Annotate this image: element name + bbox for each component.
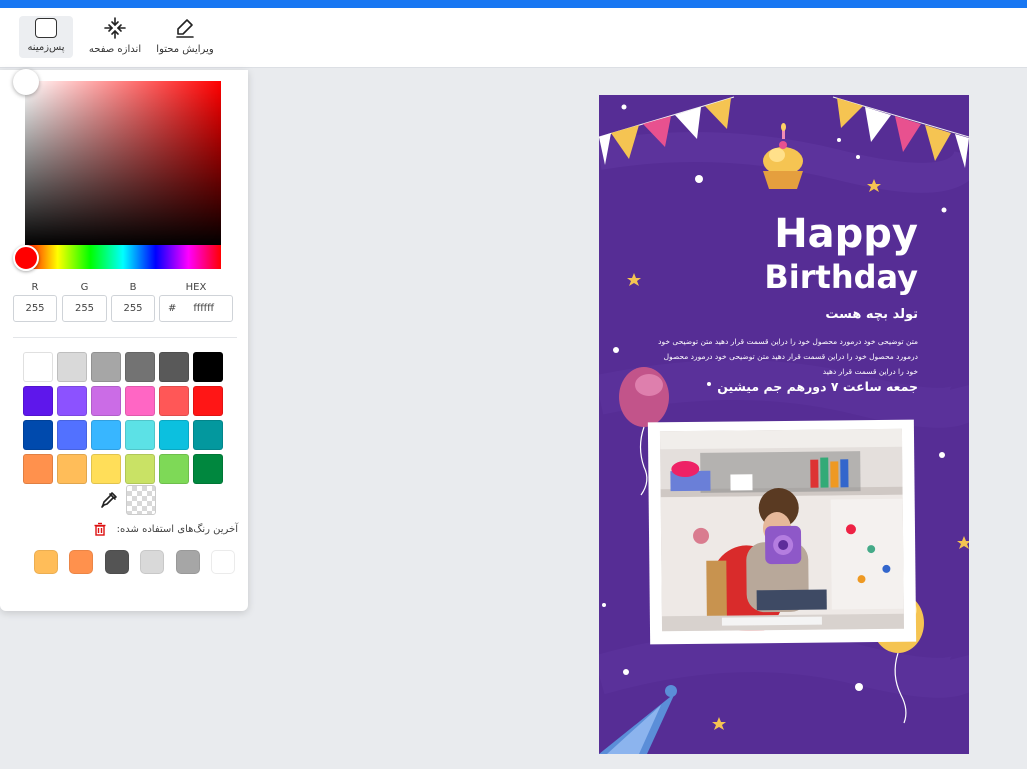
square-outline-icon [35, 18, 57, 38]
hex-prefix: # [168, 303, 177, 314]
palette-swatch[interactable] [125, 386, 155, 416]
top-accent-bar [0, 0, 1027, 8]
background-tool-label: پس‌زمینه [27, 42, 65, 53]
hex-value: ffffff [193, 303, 214, 314]
recent-color-swatch[interactable] [211, 550, 235, 574]
palette-swatch[interactable] [125, 352, 155, 382]
r-label: R [31, 282, 39, 293]
toolbar: پس‌زمینه اندازه صفحه ویرایش محتوا [0, 8, 1027, 68]
palette-swatch[interactable] [159, 352, 189, 382]
palette-swatch[interactable] [91, 352, 121, 382]
edit-content-tool-label: ویرایش محتوا [156, 44, 214, 55]
birthday-heading[interactable]: Birthday [764, 259, 918, 295]
palette-swatch[interactable] [125, 420, 155, 450]
design-date-line[interactable]: جمعه ساعت ۷ دورهم جم میشین [717, 379, 918, 394]
palette-swatch[interactable] [193, 352, 223, 382]
palette-swatch[interactable] [57, 454, 87, 484]
g-input[interactable]: 255 [62, 295, 107, 322]
design-canvas[interactable]: Happy Birthday تولد بچه هست متن توضیحی خ… [599, 95, 969, 754]
eyedropper-icon [101, 492, 117, 508]
design-title[interactable]: تولد بچه هست [825, 307, 918, 322]
divider [13, 337, 237, 338]
r-input[interactable]: 255 [13, 295, 57, 322]
child-photo[interactable] [659, 428, 905, 632]
eyedropper-button[interactable] [94, 485, 124, 515]
resize-arrows-icon [104, 17, 126, 39]
happy-heading[interactable]: Happy [774, 213, 918, 255]
photo-frame[interactable] [647, 419, 917, 645]
saturation-value-area[interactable] [25, 81, 221, 246]
palette-swatch[interactable] [193, 454, 223, 484]
palette-swatch[interactable] [125, 454, 155, 484]
palette-swatch[interactable] [57, 352, 87, 382]
palette-swatch[interactable] [159, 454, 189, 484]
recent-color-swatch[interactable] [104, 550, 129, 574]
hue-slider-handle[interactable] [13, 245, 39, 271]
palette-swatch[interactable] [23, 454, 53, 484]
page-size-tool-button[interactable]: اندازه صفحه [86, 16, 144, 58]
g-label: G [80, 282, 89, 293]
recent-colors-title: آخرین رنگ‌های استفاده شده: [116, 524, 238, 535]
palette-swatch[interactable] [159, 420, 189, 450]
party-hat-icon [599, 685, 677, 754]
palette-swatch[interactable] [193, 420, 223, 450]
palette-swatch[interactable] [91, 454, 121, 484]
recent-color-swatch[interactable] [140, 550, 164, 574]
palette-swatch[interactable] [91, 386, 121, 416]
page-size-tool-label: اندازه صفحه [88, 44, 142, 55]
recent-color-swatch[interactable] [175, 550, 200, 574]
saturation-handle[interactable] [13, 69, 39, 95]
palette-swatch[interactable] [91, 420, 121, 450]
palette-swatch[interactable] [23, 420, 53, 450]
b-input[interactable]: 255 [111, 295, 155, 322]
design-body-text[interactable]: متن توضیحی خود درمورد محصول خود را دراین… [656, 334, 918, 379]
b-label: B [129, 282, 137, 293]
palette-swatch[interactable] [57, 420, 87, 450]
background-tool-button[interactable]: پس‌زمینه [19, 16, 73, 58]
recent-color-swatch[interactable] [33, 550, 58, 574]
trash-icon[interactable] [93, 522, 107, 536]
palette-swatch[interactable] [23, 352, 53, 382]
palette-swatch[interactable] [23, 386, 53, 416]
transparent-swatch[interactable] [126, 485, 156, 515]
recent-color-swatch[interactable] [69, 550, 93, 574]
color-picker-panel: R G B HEX 255 255 255 # ffffff آخرین رنگ… [0, 69, 248, 611]
hue-slider[interactable] [25, 245, 221, 269]
hex-label: HEX [185, 282, 207, 293]
palette-swatch[interactable] [193, 386, 223, 416]
edit-content-tool-button[interactable]: ویرایش محتوا [154, 16, 216, 58]
child-photo-illustration [659, 428, 905, 632]
palette-swatch[interactable] [57, 386, 87, 416]
palette-swatch[interactable] [159, 386, 189, 416]
hex-input[interactable]: # ffffff [159, 295, 233, 322]
pencil-icon [176, 19, 194, 38]
cupcake-icon [763, 123, 803, 189]
